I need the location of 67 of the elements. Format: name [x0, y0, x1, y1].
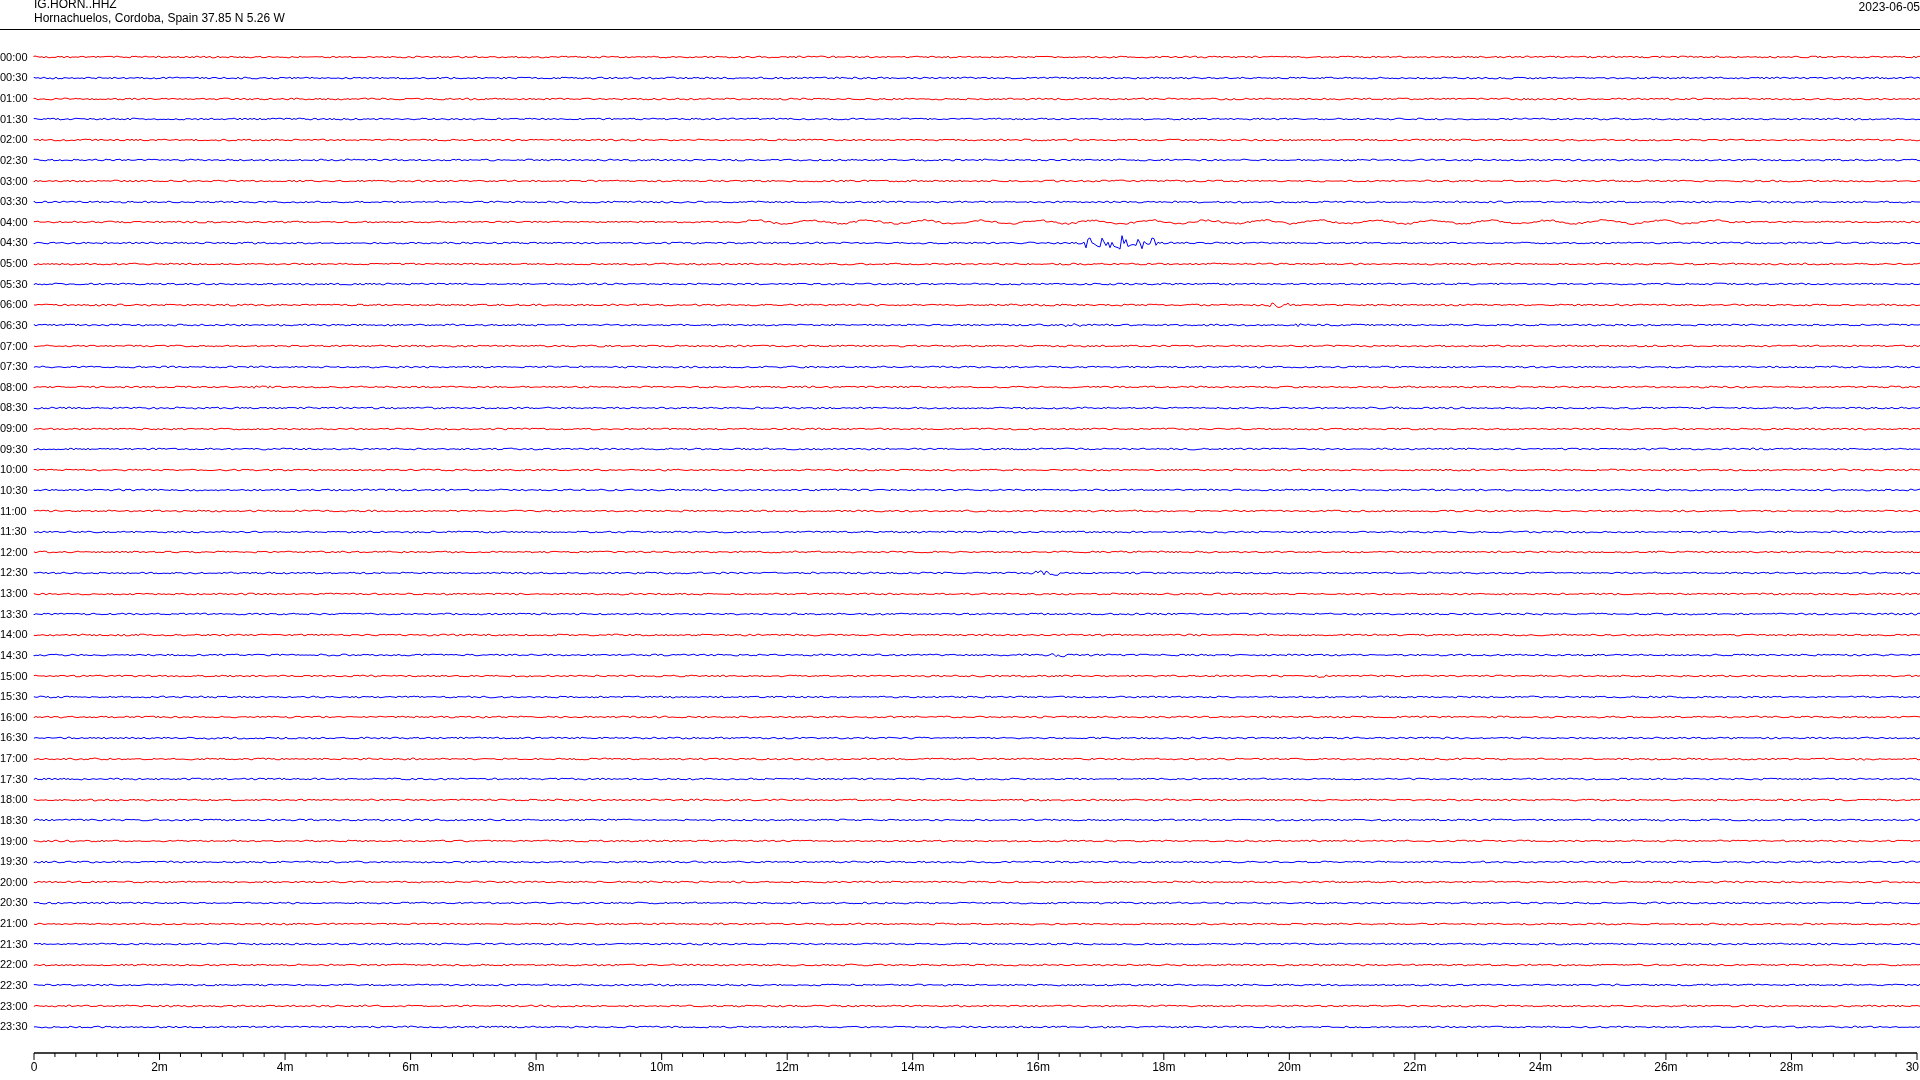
time-label: 23:00 — [0, 999, 29, 1013]
time-label: 11:30 — [0, 525, 28, 539]
time-label: 01:00 — [0, 92, 29, 106]
time-label: 12:00 — [0, 545, 29, 559]
axis-label: 22m — [1403, 1060, 1427, 1074]
time-label: 22:00 — [0, 958, 29, 972]
time-label: 02:00 — [0, 133, 29, 147]
station-location: Hornachuelos, Cordoba, Spain 37.85 N 5.26 W — [34, 11, 285, 25]
axis-label: 8m — [527, 1060, 545, 1074]
time-label: 10:00 — [0, 463, 29, 477]
time-label: 01:30 — [0, 112, 29, 126]
axis-label: 30 — [1905, 1060, 1919, 1074]
axis-label: 10m — [650, 1060, 674, 1074]
time-label: 21:00 — [0, 917, 29, 931]
axis-label: 18m — [1152, 1060, 1176, 1074]
time-label: 23:30 — [0, 1020, 29, 1034]
time-label: 19:00 — [0, 834, 29, 848]
time-label: 12:30 — [0, 566, 29, 580]
time-label: 20:30 — [0, 896, 29, 910]
axis-label: 26m — [1654, 1060, 1678, 1074]
axis-label: 16m — [1026, 1060, 1050, 1074]
time-label: 08:00 — [0, 380, 29, 394]
time-label: 00:00 — [0, 50, 29, 64]
axis-label: 14m — [901, 1060, 925, 1074]
time-label: 16:30 — [0, 731, 29, 745]
time-label: 17:30 — [0, 772, 29, 786]
time-label: 09:30 — [0, 442, 29, 456]
time-label: 13:30 — [0, 607, 29, 621]
time-label: 22:30 — [0, 978, 29, 992]
time-label: 09:00 — [0, 422, 29, 436]
time-label: 11:00 — [0, 504, 28, 518]
time-label: 05:00 — [0, 257, 29, 271]
axis-label: 0 — [30, 1060, 38, 1074]
time-label: 04:30 — [0, 236, 29, 250]
time-label: 04:00 — [0, 215, 29, 229]
axis-label: 6m — [402, 1060, 419, 1074]
time-label: 17:00 — [0, 752, 29, 766]
time-label: 18:00 — [0, 793, 29, 807]
time-label: 21:30 — [0, 937, 29, 951]
time-label: 14:30 — [0, 648, 29, 662]
axis-label: 28m — [1779, 1060, 1804, 1074]
time-label: 02:30 — [0, 153, 29, 167]
time-label: 07:30 — [0, 360, 29, 374]
axis-label: 20m — [1277, 1060, 1301, 1074]
time-label: 15:30 — [0, 690, 29, 704]
station-code: IG.HORN..HHZ — [34, 0, 118, 11]
time-label: 03:00 — [0, 174, 29, 188]
time-label: 10:30 — [0, 483, 29, 497]
time-label: 19:30 — [0, 855, 29, 869]
time-label: 13:00 — [0, 587, 29, 601]
time-label: 15:00 — [0, 669, 29, 683]
time-label: 20:00 — [0, 875, 29, 889]
time-label: 18:30 — [0, 813, 29, 827]
time-label: 05:30 — [0, 277, 29, 291]
time-label: 14:00 — [0, 628, 29, 642]
time-label: 08:30 — [0, 401, 29, 415]
time-label: 07:00 — [0, 339, 29, 353]
time-label: 06:00 — [0, 298, 29, 312]
time-label: 03:30 — [0, 195, 29, 209]
plot-date: 2023-06-05 — [1858, 0, 1920, 14]
time-label: 00:30 — [0, 71, 29, 85]
axis-label: 2m — [151, 1060, 168, 1074]
axis-label: 24m — [1528, 1060, 1553, 1074]
time-label: 16:00 — [0, 710, 29, 724]
axis-label: 12m — [775, 1060, 799, 1074]
axis-label: 4m — [276, 1060, 294, 1074]
time-label: 06:30 — [0, 318, 29, 332]
